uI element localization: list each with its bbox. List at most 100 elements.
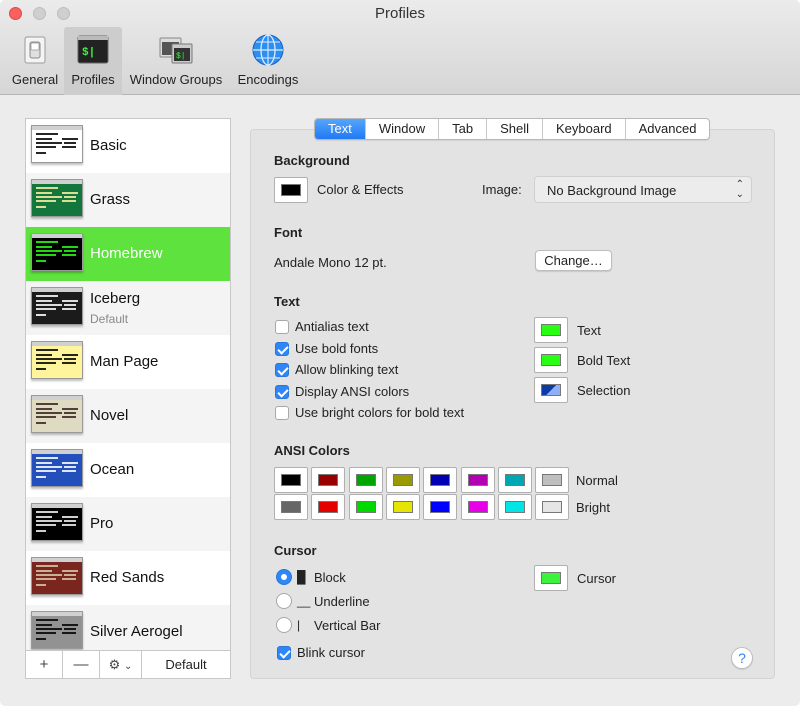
profile-item[interactable]: Homebrew: [26, 227, 230, 281]
ansi-bright-color-well[interactable]: [423, 494, 458, 520]
add-profile-button[interactable]: +: [26, 651, 63, 678]
profile-item[interactable]: Red Sands: [26, 551, 230, 605]
background-image-value: No Background Image: [547, 183, 677, 198]
ansi-normal-color-well[interactable]: [274, 467, 308, 493]
thumbnail-line: [36, 349, 58, 351]
thumbnail-line: [36, 565, 58, 567]
thumbnail-line: [36, 422, 46, 424]
thumbnail-line: [64, 358, 76, 360]
ansi-bright-color-well[interactable]: [274, 494, 308, 520]
cursor-shape-label: Underline: [314, 594, 370, 609]
help-button[interactable]: ?: [731, 647, 753, 669]
ansi-bright-color-well[interactable]: [460, 494, 495, 520]
text-option-checkbox[interactable]: [275, 320, 289, 334]
ansi-bright-color-well[interactable]: [497, 494, 532, 520]
profile-item[interactable]: Pro: [26, 497, 230, 551]
background-heading: Background: [274, 153, 350, 168]
ansi-color-swatch: [281, 501, 301, 513]
profile-item[interactable]: Ocean: [26, 443, 230, 497]
cursor-underline-radio[interactable]: [276, 593, 292, 609]
text-option-checkbox[interactable]: [275, 406, 289, 420]
remove-profile-button[interactable]: —: [63, 651, 100, 678]
profile-item[interactable]: Silver Aerogel: [26, 605, 230, 651]
profile-item[interactable]: Man Page: [26, 335, 230, 389]
ansi-color-swatch: [355, 474, 376, 486]
profile-item[interactable]: Novel: [26, 389, 230, 443]
toolbar-window-groups[interactable]: $| Window Groups: [124, 27, 228, 95]
background-image-select[interactable]: No Background Image ⌃ ⌄: [534, 176, 752, 203]
tab-window[interactable]: Window: [364, 119, 438, 139]
change-font-button[interactable]: Change…: [535, 250, 612, 271]
ansi-normal-color-well[interactable]: [497, 467, 532, 493]
thumbnail-line: [62, 632, 76, 634]
ansi-normal-color-well[interactable]: [385, 467, 420, 493]
preferences-window: Profiles General $| Profiles $| Window G…: [0, 0, 800, 706]
ansi-normal-color-well[interactable]: [460, 467, 495, 493]
blink-cursor-checkbox[interactable]: [277, 646, 291, 660]
ansi-color-swatch: [430, 501, 451, 513]
cursor-color-well[interactable]: [534, 565, 568, 591]
ansi-normal-color-well[interactable]: [535, 467, 570, 493]
text-color-well[interactable]: [534, 317, 568, 343]
ansi-color-swatch: [504, 501, 525, 513]
text-option-checkbox[interactable]: [275, 384, 289, 399]
text-color-well[interactable]: [534, 377, 568, 403]
thumbnail-line: [36, 462, 52, 464]
thumbnail-line: [64, 574, 76, 576]
profile-list-footer: + — ⚙ ⌄ Default: [26, 650, 230, 678]
text-color-well[interactable]: [534, 347, 568, 373]
profile-item[interactable]: Iceberg Default: [26, 281, 230, 335]
thumbnail-line: [62, 192, 78, 194]
toolbar-profiles[interactable]: $| Profiles: [64, 27, 122, 95]
profile-preview-thumbnail: [31, 341, 83, 379]
profile-name: Red Sands: [90, 569, 165, 586]
tab-text[interactable]: Text: [315, 119, 365, 139]
thumbnail-line: [62, 516, 78, 518]
profile-preview-thumbnail: [31, 125, 83, 163]
thumbnail-line: [64, 142, 76, 144]
text-option-checkbox[interactable]: [275, 363, 289, 377]
tab-keyboard[interactable]: Keyboard: [541, 119, 625, 139]
thumbnail-line: [36, 133, 58, 135]
tab-tab[interactable]: Tab: [438, 119, 486, 139]
profile-item[interactable]: Grass: [26, 173, 230, 227]
thumbnail-line: [62, 462, 78, 464]
tab-shell[interactable]: Shell: [486, 119, 542, 139]
profile-actions-menu[interactable]: ⚙ ⌄: [100, 651, 142, 678]
cursor-block-radio[interactable]: [276, 569, 292, 585]
tab-advanced[interactable]: Advanced: [624, 119, 710, 139]
ansi-normal-color-well[interactable]: [311, 467, 346, 493]
toolbar-encodings[interactable]: Encodings: [232, 27, 304, 95]
thumbnail-line: [64, 196, 76, 198]
profile-item[interactable]: Basic: [26, 119, 230, 173]
thumbnail-line: [62, 300, 78, 302]
ansi-colors-heading: ANSI Colors: [274, 443, 350, 458]
svg-text:$|: $|: [82, 47, 95, 59]
ansi-bright-color-well[interactable]: [348, 494, 383, 520]
text-option-checkbox[interactable]: [275, 341, 289, 356]
thumbnail-titlebar: [32, 180, 82, 184]
ansi-normal-color-well[interactable]: [348, 467, 383, 493]
window-groups-icon: $|: [159, 37, 193, 64]
ansi-normal-color-well[interactable]: [423, 467, 458, 493]
text-color-label: Bold Text: [577, 353, 631, 368]
background-color-well[interactable]: [274, 177, 308, 203]
thumbnail-line: [36, 466, 62, 468]
thumbnail-line: [36, 152, 46, 154]
thumbnail-line: [36, 254, 56, 256]
toolbar-general[interactable]: General: [8, 27, 62, 95]
ansi-bright-color-well[interactable]: [385, 494, 420, 520]
ansi-bright-color-well[interactable]: [535, 494, 570, 520]
thumbnail-line: [62, 146, 76, 148]
profile-preview-thumbnail: [31, 395, 83, 433]
profile-list-panel: Basic Grass Homebrew Iceberg Default Man Page…: [25, 118, 231, 679]
cursor-vertical-bar-radio[interactable]: [276, 617, 292, 633]
text-color-swatch: [541, 324, 561, 336]
thumbnail-line: [36, 295, 58, 297]
thumbnail-line: [36, 470, 56, 472]
text-color-swatch: [541, 384, 561, 396]
profile-list[interactable]: Basic Grass Homebrew Iceberg Default Man Page…: [26, 119, 230, 651]
thumbnail-line: [36, 142, 62, 144]
default-profile-button[interactable]: Default: [142, 651, 230, 678]
ansi-bright-color-well[interactable]: [311, 494, 346, 520]
